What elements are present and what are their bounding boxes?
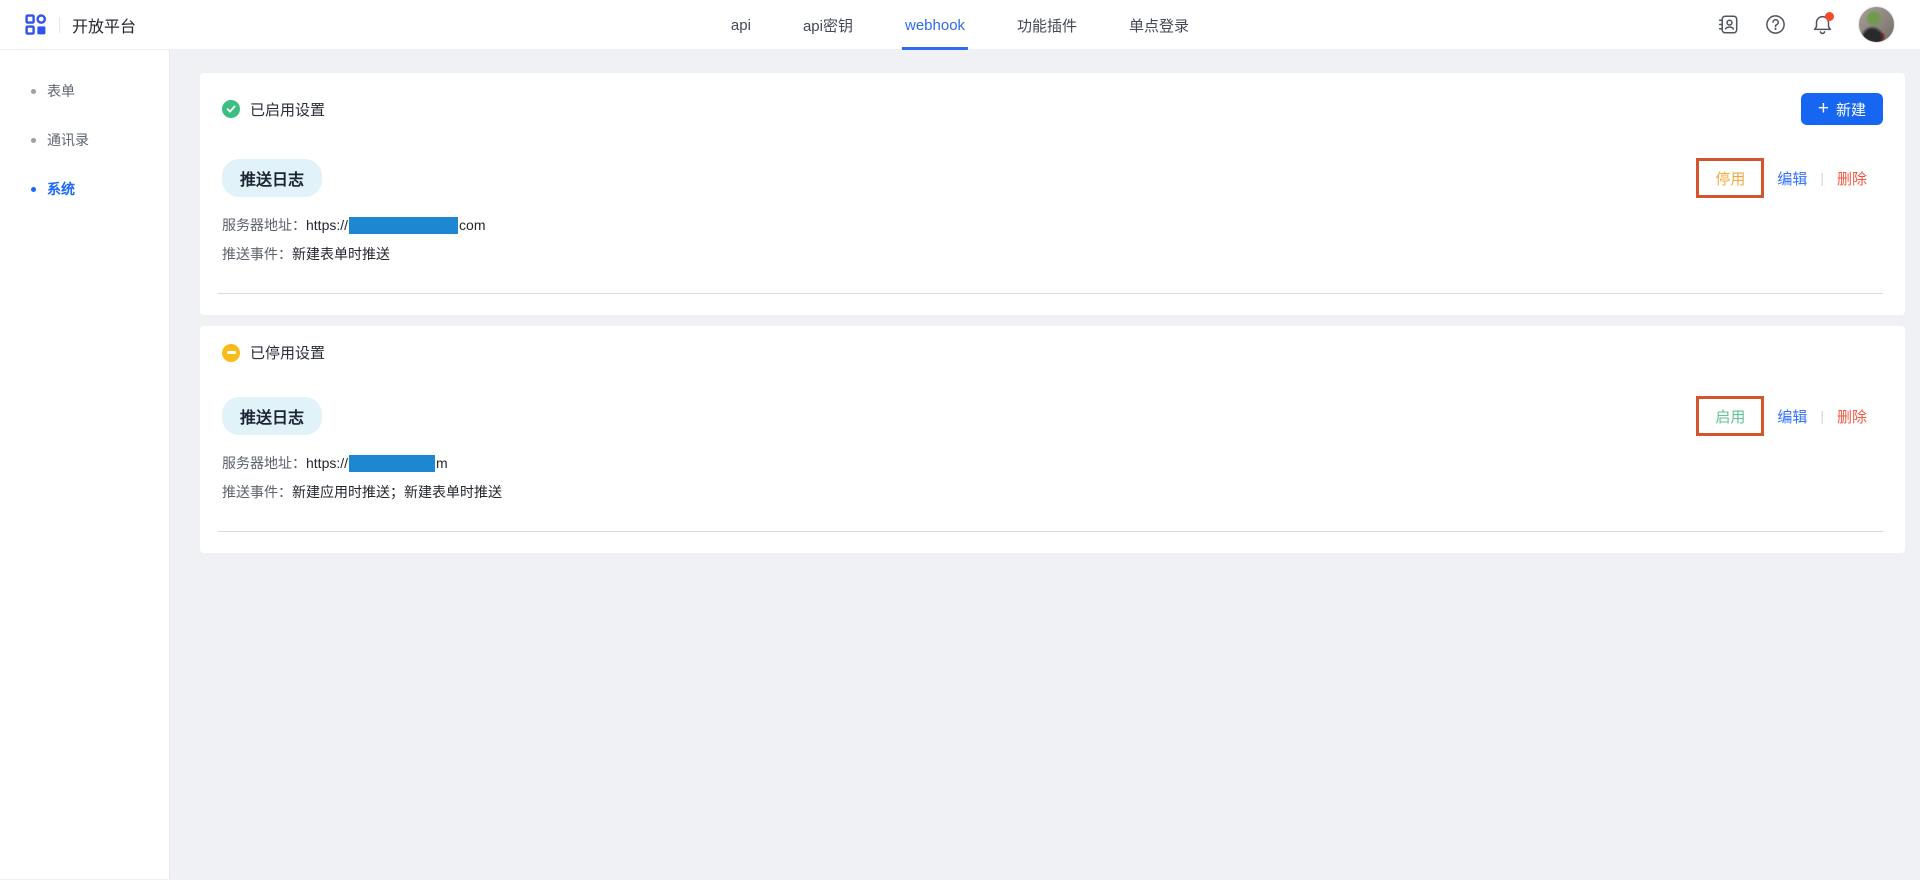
action-divider: | (1820, 408, 1824, 424)
bell-icon[interactable] (1811, 14, 1833, 36)
tab-api[interactable]: api (728, 0, 754, 50)
plus-icon: + (1818, 99, 1829, 118)
push-event-label: 推送事件： (222, 482, 292, 502)
webhook-item-header: 推送日志 停用 编辑 | 删除 (200, 158, 1905, 198)
page-title: 开放平台 (72, 13, 136, 37)
main-content: 已启用设置 + 新建 推送日志 停用 编辑 | 删除 (170, 50, 1920, 879)
server-url-suffix: m (436, 455, 448, 471)
server-url-prefix: https:// (306, 455, 348, 471)
annotation-highlight-box: 启用 (1696, 396, 1764, 436)
push-event-line: 推送事件：新建应用时推送；新建表单时推送 (200, 482, 1905, 502)
create-new-button[interactable]: + 新建 (1801, 93, 1883, 125)
card-header: 已启用设置 + 新建 (200, 73, 1905, 125)
server-address-line: 服务器地址：https:// com (200, 215, 1905, 235)
tab-api-secret[interactable]: api密钥 (800, 0, 856, 50)
sidebar-item-label: 表单 (47, 81, 75, 101)
webhook-name-badge: 推送日志 (222, 159, 322, 197)
bullet-dot-icon (31, 138, 36, 143)
push-event-value: 新建表单时推送 (292, 244, 390, 264)
sidebar-item-contacts[interactable]: 通讯录 (0, 130, 169, 150)
sidebar-item-label: 通讯录 (47, 130, 89, 150)
server-url-prefix: https:// (306, 217, 348, 233)
tab-plugins[interactable]: 功能插件 (1014, 0, 1080, 50)
webhook-item-header: 推送日志 启用 编辑 | 删除 (200, 396, 1905, 436)
title-divider (59, 17, 60, 33)
enabled-settings-card: 已启用设置 + 新建 推送日志 停用 编辑 | 删除 (200, 73, 1905, 315)
server-address-label: 服务器地址： (222, 453, 306, 473)
delete-button[interactable]: 删除 (1837, 406, 1867, 427)
disabled-settings-card: 已停用设置 推送日志 启用 编辑 | 删除 服务器地址：https:// m 推送… (200, 326, 1905, 553)
status-title-text: 已停用设置 (250, 342, 325, 363)
app-logo-grid-icon[interactable] (25, 14, 47, 36)
bullet-dot-icon (31, 187, 36, 192)
sidebar-item-system[interactable]: 系统 (0, 179, 169, 199)
contacts-icon[interactable] (1717, 14, 1739, 36)
bullet-dot-icon (31, 89, 36, 94)
top-header: 开放平台 api api密钥 webhook 功能插件 单点登录 (0, 0, 1920, 50)
edit-button[interactable]: 编辑 (1777, 406, 1807, 427)
create-new-label: 新建 (1836, 99, 1866, 120)
server-address-label: 服务器地址： (222, 215, 306, 235)
sidebar-item-label: 系统 (47, 179, 75, 199)
tab-webhook[interactable]: webhook (902, 0, 968, 50)
tab-sso[interactable]: 单点登录 (1126, 0, 1192, 50)
item-actions: 停用 编辑 | 删除 (1696, 158, 1867, 198)
push-event-label: 推送事件： (222, 244, 292, 264)
disable-button[interactable]: 停用 (1715, 168, 1745, 189)
status-title-text: 已启用设置 (250, 99, 325, 120)
main-nav-tabs: api api密钥 webhook 功能插件 单点登录 (728, 0, 1192, 50)
push-event-line: 推送事件：新建表单时推送 (200, 244, 1905, 264)
webhook-name-badge: 推送日志 (222, 397, 322, 435)
check-circle-icon (222, 100, 240, 118)
minus-bar (227, 351, 236, 354)
item-divider-line (218, 531, 1883, 532)
edit-button[interactable]: 编辑 (1777, 168, 1807, 189)
card-header: 已停用设置 (200, 326, 1905, 363)
status-title-disabled: 已停用设置 (222, 342, 325, 363)
redaction-block (349, 455, 435, 472)
redaction-block (349, 217, 458, 234)
server-url-suffix: com (459, 217, 485, 233)
user-avatar[interactable] (1858, 6, 1895, 43)
enable-button[interactable]: 启用 (1715, 406, 1745, 427)
item-actions: 启用 编辑 | 删除 (1696, 396, 1867, 436)
item-divider-line (218, 293, 1883, 294)
status-title-enabled: 已启用设置 (222, 99, 325, 120)
delete-button[interactable]: 删除 (1837, 168, 1867, 189)
header-brand: 开放平台 (25, 13, 136, 37)
sidebar: 表单 通讯录 系统 (0, 50, 170, 879)
push-event-value: 新建应用时推送；新建表单时推送 (292, 482, 502, 502)
header-actions (1717, 6, 1895, 43)
server-address-line: 服务器地址：https:// m (200, 453, 1905, 473)
minus-circle-icon (222, 344, 240, 362)
annotation-highlight-box: 停用 (1696, 158, 1764, 198)
sidebar-item-forms[interactable]: 表单 (0, 81, 169, 101)
action-divider: | (1820, 170, 1824, 186)
help-icon[interactable] (1764, 14, 1786, 36)
notification-dot (1825, 12, 1834, 21)
